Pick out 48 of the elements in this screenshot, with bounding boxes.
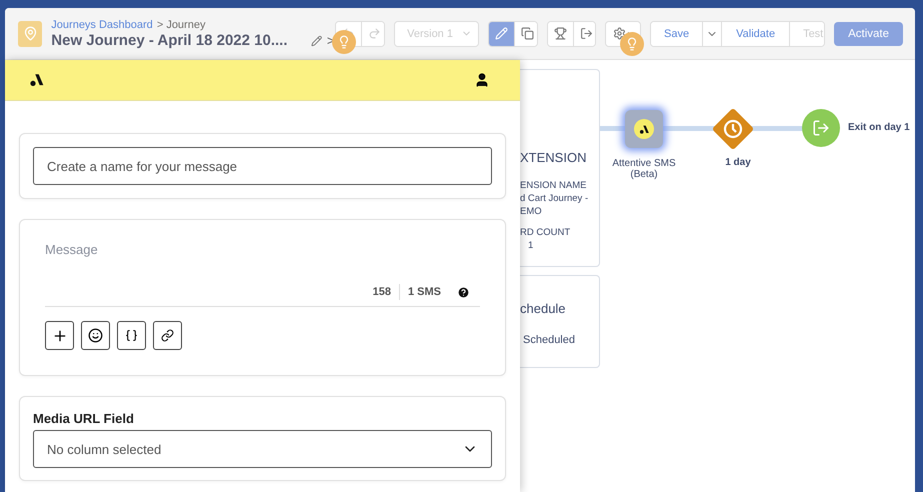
copy-icon — [521, 27, 534, 40]
node-label: Exit on day 1 — [848, 122, 910, 133]
smiley-icon — [88, 328, 103, 343]
breadcrumb-link[interactable]: Journeys Dashboard — [51, 18, 153, 30]
exit-node[interactable] — [802, 109, 840, 147]
edit-mode-button[interactable] — [489, 22, 516, 46]
link-icon — [161, 329, 174, 342]
exit-icon — [580, 27, 593, 40]
sms-node[interactable] — [625, 110, 663, 148]
map-pin-icon — [22, 26, 38, 41]
help-icon[interactable] — [457, 286, 470, 298]
logo-icon — [29, 72, 45, 88]
braces-icon — [125, 329, 138, 342]
user-icon[interactable] — [474, 72, 490, 88]
node-label: Attentive SMS (Beta) — [611, 158, 677, 180]
node-label: 1 day — [724, 157, 752, 168]
trophy-icon — [554, 27, 567, 40]
message-name-field[interactable]: Create a name for your message — [33, 147, 492, 185]
gear-icon — [613, 27, 626, 40]
card-title: XTENSION — [520, 150, 588, 165]
action-button[interactable]: Save — [651, 22, 704, 46]
variable-button[interactable] — [117, 321, 146, 350]
lightbulb-icon — [625, 37, 639, 51]
character-count: 158 — [372, 286, 391, 298]
field-value: 1 — [527, 239, 534, 252]
schedule-status: Scheduled — [522, 334, 576, 347]
media-url-dropdown[interactable]: No column selected — [33, 430, 492, 468]
exit-icon — [812, 119, 830, 137]
field-label: ENSION NAME — [520, 179, 588, 192]
pencil-icon — [495, 27, 508, 40]
activate-button[interactable]: Activate — [834, 22, 903, 46]
sms-count: 1 SMS — [408, 286, 441, 298]
redo-icon — [368, 27, 382, 40]
card-title: chedule — [520, 301, 567, 316]
link-button[interactable] — [153, 321, 182, 350]
logo-icon — [638, 124, 650, 134]
breadcrumb-text: > Journey — [156, 18, 206, 30]
field-label: RD COUNT — [520, 226, 572, 239]
add-button[interactable] — [45, 321, 74, 350]
plus-icon — [52, 328, 68, 344]
field-label: Media URL Field — [33, 411, 135, 426]
lightbulb-icon — [337, 35, 351, 49]
edit-icon[interactable] — [310, 34, 322, 46]
field-value: d Cart Journey - — [520, 192, 590, 205]
goal-button[interactable] — [548, 22, 574, 46]
journey-title: New Journey - April 18 2022 10.... — [51, 32, 289, 48]
field-value: EMO — [520, 205, 543, 218]
emoji-button[interactable] — [81, 321, 110, 350]
